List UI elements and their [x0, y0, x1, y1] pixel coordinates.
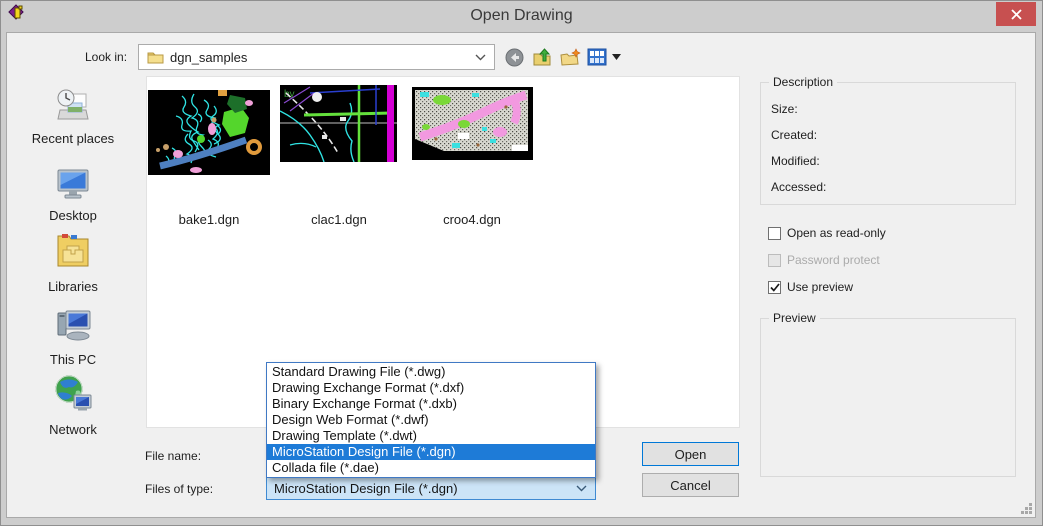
window-title: Open Drawing	[0, 7, 1043, 25]
open-button[interactable]: Open	[642, 442, 739, 466]
resize-grip[interactable]	[1020, 502, 1033, 515]
modified-label: Modified:	[771, 154, 820, 168]
dropdown-item-dgn-selected[interactable]: MicroStation Design File (*.dgn)	[267, 444, 595, 460]
look-in-value: dgn_samples	[170, 50, 247, 65]
up-one-level-icon	[532, 48, 552, 67]
chevron-down-icon	[475, 54, 486, 61]
desktop-icon	[55, 167, 91, 201]
dropdown-caret-icon	[612, 54, 621, 60]
sidebar-item-libraries[interactable]: Libraries	[8, 228, 138, 294]
description-group: Description Size: Created: Modified: Acc…	[760, 82, 1016, 205]
preview-group-title: Preview	[769, 311, 820, 325]
dropdown-item-dwg[interactable]: Standard Drawing File (*.dwg)	[267, 364, 595, 380]
dropdown-item-dwt[interactable]: Drawing Template (*.dwt)	[267, 428, 595, 444]
look-in-combobox[interactable]: dgn_samples	[138, 44, 495, 70]
file-thumbnail-bake1[interactable]	[148, 90, 270, 180]
sidebar-item-label: Libraries	[8, 279, 138, 294]
dropdown-item-dae[interactable]: Collada file (*.dae)	[267, 460, 595, 476]
created-label: Created:	[771, 128, 817, 142]
this-pc-icon	[53, 305, 93, 345]
files-of-type-value: MicroStation Design File (*.dgn)	[274, 481, 458, 496]
file-name-label: File name:	[145, 449, 201, 463]
open-drawing-dialog: Open Drawing Look in: dgn_samples	[0, 0, 1043, 526]
dropdown-item-dxf[interactable]: Drawing Exchange Format (*.dxf)	[267, 380, 595, 396]
sidebar-item-recent-places[interactable]: Recent places	[8, 86, 138, 146]
sidebar-item-this-pc[interactable]: This PC	[8, 305, 138, 367]
file-type-dropdown-list: Standard Drawing File (*.dwg) Drawing Ex…	[266, 362, 596, 478]
recent-places-icon	[54, 86, 92, 124]
sidebar-item-desktop[interactable]: Desktop	[8, 167, 138, 223]
new-folder-icon	[560, 48, 581, 67]
checkmark-icon	[770, 283, 780, 292]
password-protect-label: Password protect	[787, 253, 880, 267]
back-icon	[505, 48, 524, 67]
network-icon	[52, 373, 94, 415]
view-menu-button[interactable]	[586, 46, 608, 68]
folder-icon	[147, 50, 164, 64]
resize-grip-icon	[1020, 502, 1033, 515]
dropdown-item-dwf[interactable]: Design Web Format (*.dwf)	[267, 412, 595, 428]
preview-group: Preview	[760, 318, 1016, 477]
use-preview-option: Use preview	[768, 280, 853, 294]
files-of-type-label: Files of type:	[145, 482, 213, 496]
accessed-label: Accessed:	[771, 180, 826, 194]
file-label[interactable]: croo4.dgn	[407, 212, 537, 227]
sidebar-item-label: This PC	[8, 352, 138, 367]
use-preview-label[interactable]: Use preview	[787, 280, 853, 294]
use-preview-checkbox[interactable]	[768, 281, 781, 294]
view-menu-caret[interactable]	[609, 46, 623, 68]
size-label: Size:	[771, 102, 798, 116]
close-button[interactable]	[996, 2, 1036, 26]
sidebar-item-label: Recent places	[8, 131, 138, 146]
sidebar-item-network[interactable]: Network	[8, 373, 138, 437]
cancel-button[interactable]: Cancel	[642, 473, 739, 497]
chevron-down-icon	[576, 485, 587, 492]
dropdown-item-dxb[interactable]: Binary Exchange Format (*.dxb)	[267, 396, 595, 412]
password-protect-checkbox	[768, 254, 781, 267]
look-in-label: Look in:	[85, 50, 127, 64]
file-thumbnail-croo4[interactable]	[412, 87, 533, 165]
read-only-option: Open as read-only	[768, 226, 886, 240]
file-label[interactable]: bake1.dgn	[148, 212, 270, 227]
back-button[interactable]	[503, 46, 525, 68]
description-group-title: Description	[769, 75, 837, 89]
file-label[interactable]: clac1.dgn	[279, 212, 399, 227]
close-icon	[1011, 9, 1022, 20]
sidebar-item-label: Desktop	[8, 208, 138, 223]
password-protect-option: Password protect	[768, 253, 880, 267]
read-only-label[interactable]: Open as read-only	[787, 226, 886, 240]
file-thumbnail-clac1[interactable]: by	[280, 85, 397, 167]
files-of-type-combobox[interactable]: MicroStation Design File (*.dgn)	[266, 477, 596, 500]
libraries-icon	[53, 228, 93, 272]
new-folder-button[interactable]	[559, 46, 581, 68]
view-menu-icon	[587, 48, 607, 66]
svg-text:by: by	[284, 89, 295, 100]
sidebar-item-label: Network	[8, 422, 138, 437]
read-only-checkbox[interactable]	[768, 227, 781, 240]
up-one-level-button[interactable]	[531, 46, 553, 68]
